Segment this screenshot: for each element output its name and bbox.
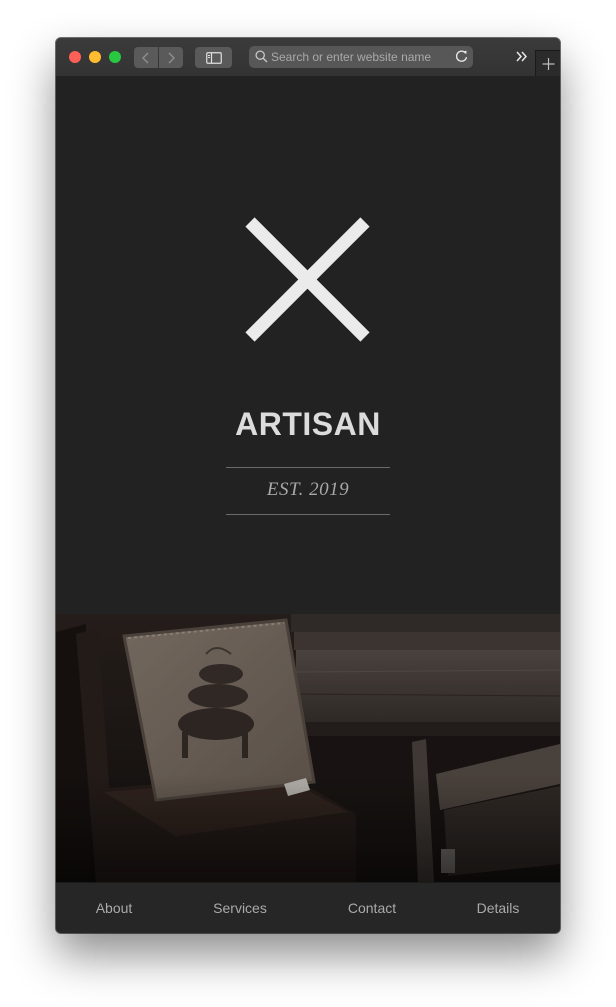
hero-photo — [56, 614, 560, 882]
brand-title: ARTISAN — [235, 406, 381, 442]
zoom-window-button[interactable] — [109, 51, 121, 63]
plus-icon — [542, 58, 555, 70]
sidebar-toggle-button[interactable] — [195, 47, 232, 68]
back-icon — [142, 52, 149, 63]
search-icon — [255, 50, 268, 63]
nav-link-contact[interactable]: Contact — [348, 900, 396, 916]
search-input[interactable] — [271, 46, 441, 68]
new-tab-button[interactable] — [535, 50, 560, 77]
x-mark-icon — [245, 217, 370, 342]
forward-button[interactable] — [159, 47, 183, 68]
minimize-window-button[interactable] — [89, 51, 101, 63]
nav-link-details[interactable]: Details — [477, 900, 520, 916]
overflow-button[interactable] — [513, 48, 531, 66]
divider-top — [226, 467, 390, 468]
nav-link-services[interactable]: Services — [213, 900, 267, 916]
forward-icon — [168, 52, 175, 63]
nav-link-about[interactable]: About — [96, 900, 133, 916]
divider-bottom — [226, 514, 390, 515]
footer-nav: About Services Contact Details — [56, 882, 560, 933]
reload-icon[interactable] — [454, 49, 469, 64]
established-tagline: EST. 2019 — [266, 479, 350, 500]
overflow-chevron-icon — [516, 51, 528, 62]
address-bar[interactable] — [249, 46, 473, 68]
sidebar-icon — [205, 51, 222, 64]
pillow-on-chair-photo — [56, 614, 560, 882]
browser-toolbar — [56, 38, 560, 77]
back-button[interactable] — [134, 47, 158, 68]
hero-section: ARTISAN EST. 2019 — [56, 76, 560, 614]
browser-window: ARTISAN EST. 2019 — [56, 38, 560, 933]
close-window-button[interactable] — [69, 51, 81, 63]
